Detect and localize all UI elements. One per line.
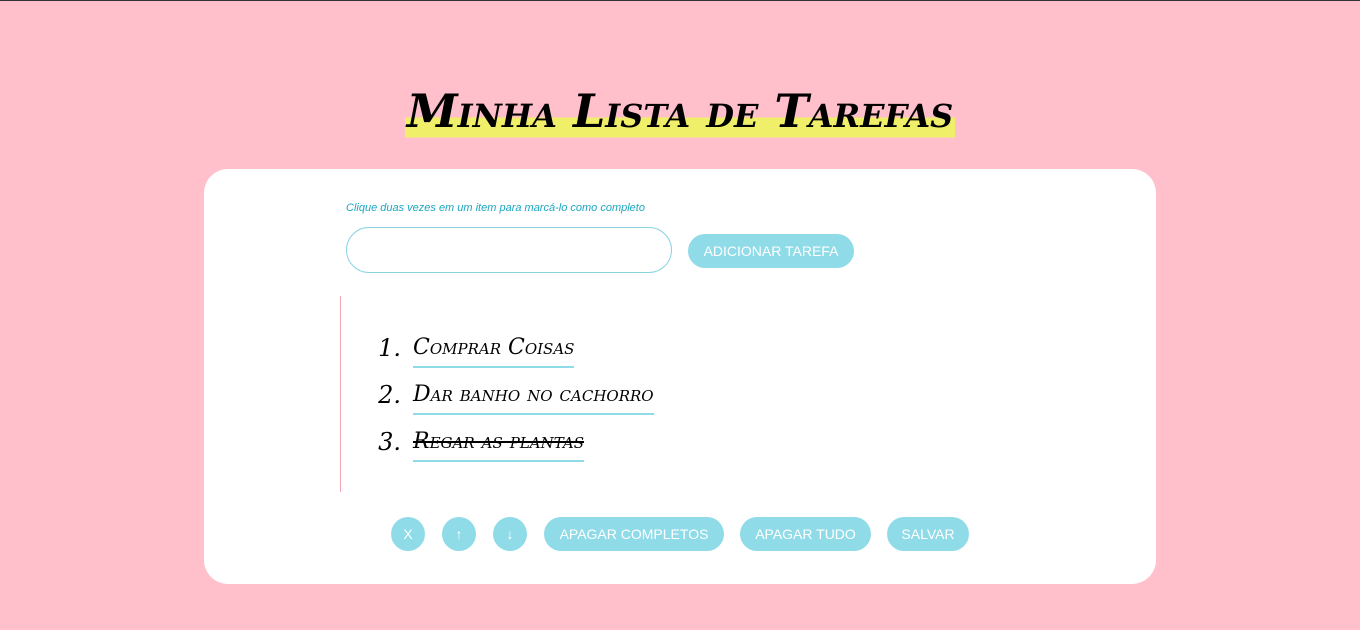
clear-completed-button[interactable]: Apagar Completos [544,517,724,551]
clear-all-button[interactable]: Apagar Tudo [740,517,871,551]
new-task-input[interactable] [346,227,672,273]
save-button[interactable]: Salvar [887,517,969,551]
task-text[interactable]: Dar banho no cachorro [413,377,654,415]
move-up-button[interactable]: ↑ [442,517,476,551]
page-title: Minha Lista de Tarefas [404,83,956,139]
remove-task-button[interactable]: x [391,517,425,551]
add-task-button[interactable]: Adicionar Tarefa [688,234,854,268]
task-text[interactable]: Comprar Coisas [413,330,575,368]
task-number: 3. [378,428,401,456]
header: Minha Lista de Tarefas [0,83,1360,139]
task-text[interactable]: Regar as plantas [413,424,585,462]
task-number: 1. [378,334,401,362]
todo-card: Clique duas vezes em um item para marcá-… [204,169,1156,584]
task-list-area: 1. Comprar Coisas 2. Dar banho no cachor… [340,296,841,492]
task-number: 2. [378,381,401,409]
instruction-hint: Clique duas vezes em um item para marcá-… [346,202,645,214]
move-down-button[interactable]: ↓ [493,517,527,551]
